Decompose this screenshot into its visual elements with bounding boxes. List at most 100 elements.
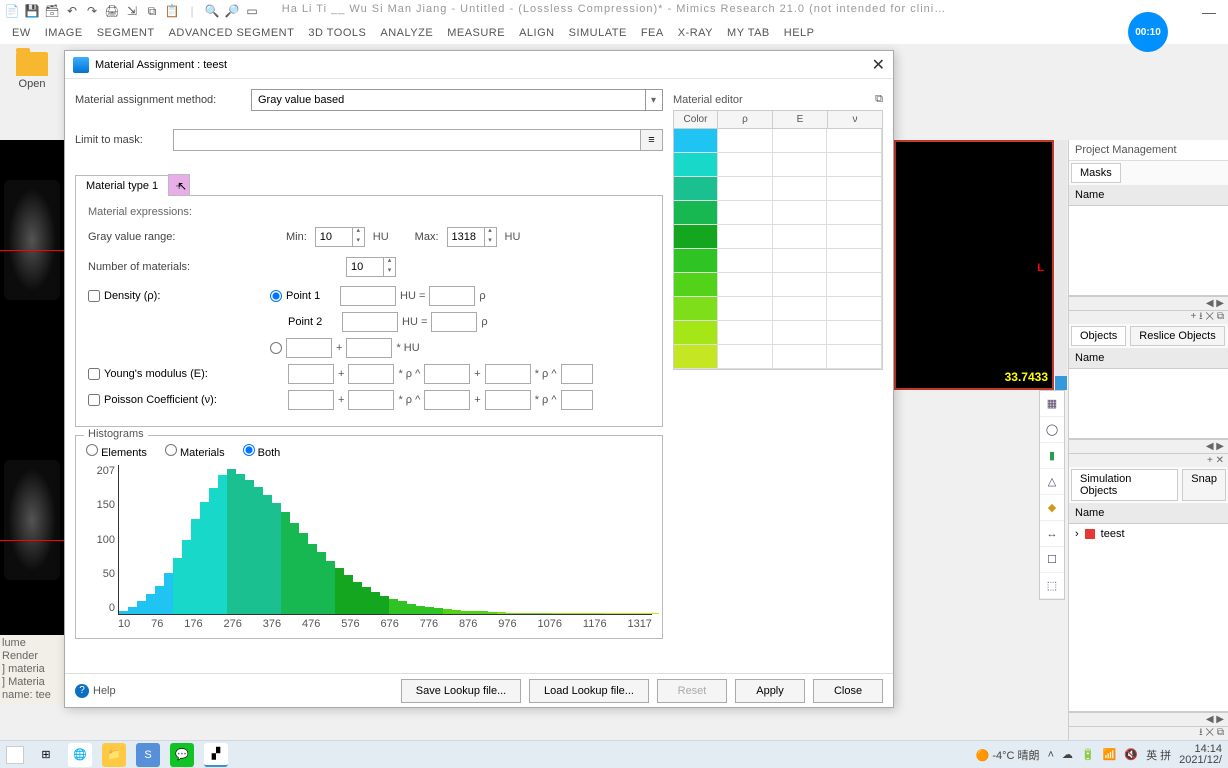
tool-grid-icon[interactable]: ▦ [1040, 391, 1064, 417]
tab-simulation[interactable]: Simulation Objects [1071, 469, 1178, 501]
color-cell[interactable] [674, 273, 718, 297]
tool-cube-icon[interactable]: ◆ [1040, 495, 1064, 521]
tray-wifi-icon[interactable]: 📶 [1103, 748, 1117, 761]
close-button[interactable]: Close [813, 679, 883, 703]
e-e-input[interactable] [561, 364, 593, 384]
value-cell[interactable] [773, 153, 828, 177]
material-row[interactable] [674, 345, 882, 369]
value-cell[interactable] [827, 273, 882, 297]
tab-reslice[interactable]: Reslice Objects [1130, 326, 1224, 346]
tool-triangle-icon[interactable]: △ [1040, 469, 1064, 495]
save-lookup-button[interactable]: Save Lookup file... [401, 679, 521, 703]
value-cell[interactable] [718, 345, 773, 369]
undo-icon[interactable]: ↶ [64, 3, 80, 19]
ie-icon[interactable]: 🌐 [68, 743, 92, 767]
menu-xray[interactable]: X-RAY [678, 27, 713, 39]
tool-box-icon[interactable]: ☐ [1040, 547, 1064, 573]
limit-mask-input[interactable]: ≡ [173, 129, 663, 151]
material-row[interactable] [674, 153, 882, 177]
material-type-tab[interactable]: Material type 1 [75, 175, 169, 196]
radio-materials[interactable]: Materials [165, 444, 225, 459]
menu-segment[interactable]: SEGMENT [97, 27, 155, 39]
v-d-input[interactable] [485, 390, 531, 410]
p1-rho-input[interactable] [429, 286, 475, 306]
menu-image[interactable]: IMAGE [45, 27, 83, 39]
density-a-input[interactable] [286, 338, 332, 358]
color-cell[interactable] [674, 201, 718, 225]
color-cell[interactable] [674, 321, 718, 345]
save-icon[interactable]: 💾 [24, 3, 40, 19]
ribbon-open-button[interactable]: Open [4, 52, 60, 90]
value-cell[interactable] [718, 129, 773, 153]
value-cell[interactable] [718, 321, 773, 345]
poisson-checkbox[interactable] [88, 394, 100, 406]
p1-hu-input[interactable] [340, 286, 396, 306]
menu-3d-tools[interactable]: 3D TOOLS [308, 27, 366, 39]
popout-icon[interactable]: ⧉ [875, 93, 883, 106]
method-combo[interactable]: Gray value based ▾ [251, 89, 663, 111]
value-cell[interactable] [827, 321, 882, 345]
color-cell[interactable] [674, 225, 718, 249]
value-cell[interactable] [718, 273, 773, 297]
objects-mini-toolbar[interactable]: + ✕ [1069, 453, 1228, 467]
menu-help[interactable]: HELP [784, 27, 815, 39]
material-row[interactable] [674, 177, 882, 201]
menu-analyze[interactable]: ANALYZE [380, 27, 433, 39]
value-cell[interactable] [827, 345, 882, 369]
value-cell[interactable] [773, 273, 828, 297]
v-b-input[interactable] [348, 390, 394, 410]
menu-align[interactable]: ALIGN [519, 27, 555, 39]
tool-box2-icon[interactable]: ⬚ [1040, 573, 1064, 599]
tray-ime[interactable]: 英 拼 [1146, 747, 1171, 763]
tool-circle-icon[interactable]: ◯ [1040, 417, 1064, 443]
value-cell[interactable] [718, 297, 773, 321]
value-cell[interactable] [773, 201, 828, 225]
objects-scroll[interactable]: ◀ ▶ [1069, 439, 1228, 453]
p2-hu-input[interactable] [342, 312, 398, 332]
sim-name-header[interactable]: Name [1069, 503, 1228, 524]
material-row[interactable] [674, 321, 882, 345]
min-input[interactable] [316, 231, 352, 243]
material-row[interactable] [674, 201, 882, 225]
value-cell[interactable] [827, 297, 882, 321]
col-color[interactable]: Color [674, 111, 718, 128]
mimics-icon[interactable]: ▞ [204, 743, 228, 767]
value-cell[interactable] [773, 345, 828, 369]
value-cell[interactable] [827, 177, 882, 201]
save-all-icon[interactable]: 🗃 [44, 3, 60, 19]
radio-both[interactable]: Both [243, 444, 281, 459]
paste-icon[interactable]: 📋 [164, 3, 180, 19]
export-icon[interactable]: ⇲ [124, 3, 140, 19]
material-row[interactable] [674, 297, 882, 321]
max-input[interactable] [448, 231, 484, 243]
color-cell[interactable] [674, 345, 718, 369]
point1-radio[interactable] [270, 290, 282, 302]
col-v[interactable]: ν [828, 111, 882, 128]
load-lookup-button[interactable]: Load Lookup file... [529, 679, 649, 703]
material-row[interactable] [674, 225, 882, 249]
redo-icon[interactable]: ↷ [84, 3, 100, 19]
density-b-input[interactable] [346, 338, 392, 358]
tray-volume-icon[interactable]: 🔇 [1124, 748, 1138, 761]
num-materials-input[interactable] [347, 261, 383, 273]
material-row[interactable] [674, 273, 882, 297]
start-button[interactable] [6, 746, 24, 764]
value-cell[interactable] [773, 177, 828, 201]
p2-rho-input[interactable] [431, 312, 477, 332]
tab-objects[interactable]: Objects [1071, 326, 1126, 346]
value-cell[interactable] [773, 321, 828, 345]
spin-up-icon[interactable]: ▴ [383, 257, 395, 267]
radio-elements[interactable]: Elements [86, 444, 147, 459]
col-e[interactable]: E [773, 111, 828, 128]
col-rho[interactable]: ρ [718, 111, 773, 128]
chevron-down-icon[interactable]: ▾ [645, 90, 656, 110]
value-cell[interactable] [718, 249, 773, 273]
value-cell[interactable] [773, 225, 828, 249]
value-cell[interactable] [773, 249, 828, 273]
value-cell[interactable] [827, 129, 882, 153]
zoom-out-icon[interactable]: 🔎 [224, 3, 240, 19]
apply-button[interactable]: Apply [735, 679, 805, 703]
objects-name-header[interactable]: Name [1069, 348, 1228, 369]
num-materials-spinner[interactable]: ▴▾ [346, 257, 396, 277]
menu-simulate[interactable]: SIMULATE [569, 27, 627, 39]
